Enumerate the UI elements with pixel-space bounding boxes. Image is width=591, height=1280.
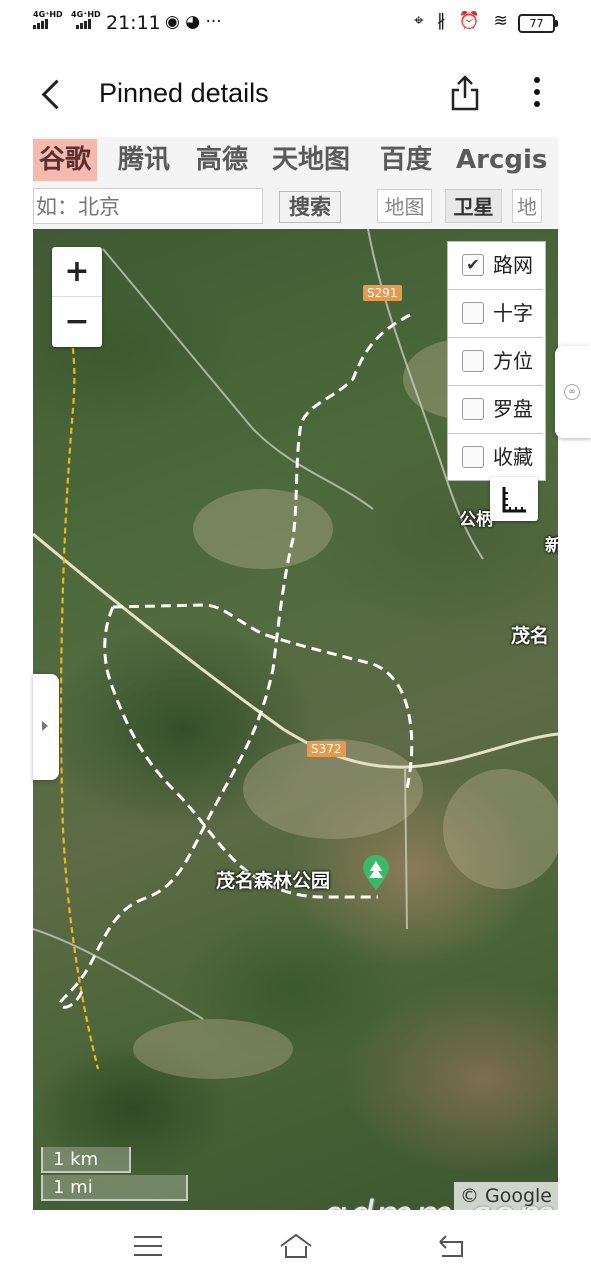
layer-label: 路网 <box>493 253 533 277</box>
checkbox-cross[interactable] <box>462 302 484 324</box>
provider-tab-google[interactable]: 谷歌 <box>33 139 98 181</box>
maptype-map[interactable]: 地图 <box>377 189 432 223</box>
network-indicators: 4G⁺HD 4G⁺HD <box>33 10 114 29</box>
signal-1-icon <box>33 19 67 29</box>
back-button[interactable] <box>38 74 66 114</box>
page-title: Pinned details <box>99 78 269 108</box>
place-label-maoming: 茂名 <box>511 625 550 647</box>
signal-2-icon <box>75 19 110 29</box>
battery-icon: 77 <box>518 14 558 33</box>
layer-label: 方位 <box>493 349 533 373</box>
maptype-terrain[interactable]: 地 <box>512 189 542 223</box>
link-icon: ∞ <box>564 384 580 400</box>
menu-icon <box>134 1236 162 1238</box>
checkbox-bearing[interactable] <box>462 350 484 372</box>
layer-cross[interactable]: 十字 <box>448 290 543 338</box>
app-bar: Pinned details <box>0 56 591 136</box>
more-button[interactable] <box>527 74 547 114</box>
share-icon <box>451 75 479 111</box>
place-label-gongbing: 公柄 <box>459 510 493 530</box>
system-icons: ⌖ ∦ ⏰ ≋ <box>414 11 512 31</box>
zoom-in-button[interactable]: + <box>52 247 102 297</box>
clock: 21:11 <box>106 12 161 34</box>
left-drawer-handle[interactable] <box>33 674 59 780</box>
layer-bearing[interactable]: 方位 <box>448 338 543 386</box>
network-1-label: 4G⁺HD <box>33 10 63 19</box>
provider-tab-baidu[interactable]: 百度 <box>374 139 438 181</box>
more-vertical-icon <box>534 77 540 83</box>
layer-compass[interactable]: 罗盘 <box>448 386 543 434</box>
provider-tab-arcgis[interactable]: Arcgis <box>450 139 553 181</box>
notification-icons: ◉ ◕ ··· <box>165 12 222 32</box>
layer-favorites[interactable]: 收藏 <box>448 434 543 481</box>
road-label-s372: S372 <box>307 741 346 757</box>
provider-tab-tianditu[interactable]: 天地图 <box>266 139 356 181</box>
tree-pin-icon <box>361 855 391 891</box>
home-icon <box>280 1233 312 1258</box>
checkbox-compass[interactable] <box>462 398 484 420</box>
status-bar: 4G⁺HD 4G⁺HD 21:11 ◉ ◕ ··· ⌖ ∦ ⏰ ≋ 77 <box>0 0 591 46</box>
satellite-map[interactable]: S291 S372 茂名森林公园 茂名 公柄 新 + − ✔ 路网 十字 方位 … <box>33 229 558 1210</box>
layer-label: 罗盘 <box>493 397 533 421</box>
scale-mi: 1 mi <box>41 1175 188 1201</box>
place-label-xin: 新 <box>545 536 558 556</box>
search-input[interactable]: 如：北京 <box>33 188 263 224</box>
layer-panel: ✔ 路网 十字 方位 罗盘 收藏 <box>447 241 546 481</box>
layer-label: 收藏 <box>493 445 533 469</box>
provider-tab-tencent[interactable]: 腾讯 <box>112 139 176 181</box>
system-nav-bar <box>0 1210 591 1280</box>
place-label-park: 茂名森林公园 <box>216 870 331 892</box>
ruler-button[interactable] <box>490 477 538 521</box>
network-2-label: 4G⁺HD <box>71 10 101 19</box>
search-row: 如：北京 搜索 地图 卫星 地 <box>33 183 558 229</box>
scale-km: 1 km <box>41 1147 131 1173</box>
maptype-satellite[interactable]: 卫星 <box>445 189 502 223</box>
menu-button[interactable] <box>134 1236 162 1263</box>
layer-road[interactable]: ✔ 路网 <box>448 242 543 290</box>
scale-bar: 1 km 1 mi <box>33 1144 233 1204</box>
checkbox-road[interactable]: ✔ <box>462 254 484 276</box>
checkbox-favorites[interactable] <box>462 446 484 468</box>
zoom-control: + − <box>52 247 102 347</box>
search-button[interactable]: 搜索 <box>279 191 341 223</box>
home-button[interactable] <box>278 1232 314 1260</box>
provider-tab-gaode[interactable]: 高德 <box>190 139 254 181</box>
layer-label: 十字 <box>493 301 533 325</box>
road-label-s291: S291 <box>363 285 402 301</box>
back-nav-button[interactable] <box>436 1232 466 1260</box>
right-drawer-handle[interactable]: ∞ <box>555 346 591 438</box>
ruler-icon <box>502 487 526 513</box>
provider-tabs: 谷歌 腾讯 高德 天地图 百度 Arcgis <box>33 137 558 183</box>
share-button[interactable] <box>450 74 480 112</box>
zoom-out-button[interactable]: − <box>52 297 102 346</box>
back-icon <box>439 1235 463 1257</box>
